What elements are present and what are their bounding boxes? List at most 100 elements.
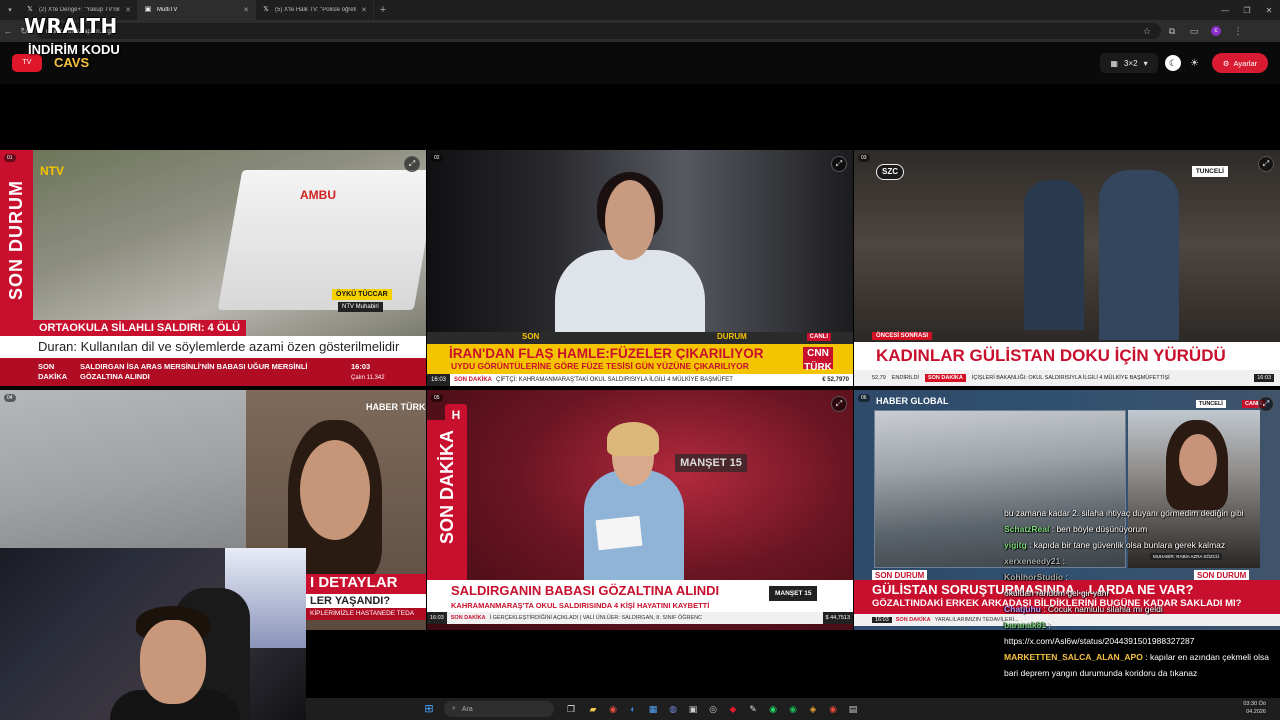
settings-button[interactable]: ⚙ Ayarlar: [1212, 53, 1268, 73]
subline: Duran: Kullanılan dil ve söylemlerde aza…: [0, 336, 426, 358]
chrome-icon[interactable]: ◉: [826, 702, 840, 716]
ambulance-text: AMBU: [300, 188, 336, 202]
file-explorer-icon[interactable]: ▰: [586, 702, 600, 716]
browser-tab-active[interactable]: ▣ MultiTV ✕: [138, 0, 256, 20]
chat-text: kapıda bir tane güvenlik olsa bunlara ge…: [1033, 540, 1226, 550]
windows-start-icon[interactable]: ⊞: [422, 702, 436, 716]
chat-username[interactable]: yigitg: [1004, 540, 1027, 550]
restore-icon[interactable]: ❐: [1236, 6, 1258, 15]
menu-dots-icon[interactable]: ⋮: [1227, 26, 1249, 37]
taskbar-clock[interactable]: 03:30 Öö 04.2026: [1243, 700, 1266, 716]
window-controls: — ❐ ✕: [1214, 0, 1280, 20]
chat-separator: :: [1063, 572, 1068, 582]
chat-message: SchatzReal : ben böyle düşünüyorum: [1004, 521, 1280, 537]
chat-message: Chatjuhu : Cocuk namlulu silahla mı geld…: [1004, 601, 1280, 617]
chat-separator: :: [1142, 652, 1150, 662]
tile-number: 06: [858, 394, 870, 402]
expand-icon[interactable]: ⤢: [1258, 156, 1274, 172]
discord-icon[interactable]: ◍: [666, 702, 680, 716]
video-tile-5[interactable]: 05 ⤢ H SON DAKİKA MANŞET 15 SALDIRGANIN …: [427, 390, 853, 630]
headline-bar: ORTAOKULA SİLAHLI SALDIRI: 4 ÖLÜ: [33, 318, 426, 336]
sidepanel-icon[interactable]: ▭: [1183, 26, 1205, 37]
taskbar-search[interactable]: ⌕ Ara: [444, 701, 554, 717]
chrome-icon[interactable]: ◉: [606, 702, 620, 716]
paper-sheet: [595, 515, 643, 551]
ticker-bar: 16:03 SON DAKİKA İ GERÇEKLEŞTİRDİĞİNİ AÇ…: [427, 612, 853, 624]
app-icon[interactable]: ◆: [726, 702, 740, 716]
anchor-hair: [607, 422, 659, 456]
layout-selector[interactable]: ▦ 3×2 ▾: [1100, 53, 1158, 73]
currency-value: € 52,7970: [822, 377, 849, 383]
moon-icon[interactable]: ☾: [1165, 55, 1181, 71]
chat-username[interactable]: Chatjuhu: [1004, 604, 1041, 614]
new-tab-button[interactable]: +: [374, 4, 392, 16]
chat-message: KohlhorStudio :: [1004, 569, 1280, 585]
edge-icon[interactable]: ◐: [626, 702, 640, 716]
ticker-text: İ GERÇEKLEŞTİRDİĞİNİ AÇIKLADI | VALİ ÜNL…: [489, 615, 703, 621]
chevron-down-icon: ▾: [8, 7, 12, 14]
url-field[interactable]: multitv.tahtakaplan.org ☆: [36, 23, 1161, 39]
chat-username[interactable]: baranak81: [1004, 620, 1046, 630]
subline: UYDU GÖRÜNTÜLERİNE GÖRE FÜZE TESİSİ GÜN …: [427, 360, 853, 374]
app-header: TV ▦ 3×2 ▾ ☾ ☀ ⚙ Ayarlar: [0, 42, 1280, 84]
bookmark-star-icon[interactable]: ☆: [1143, 26, 1151, 37]
close-tab-icon[interactable]: ✕: [361, 6, 367, 14]
app-icon[interactable]: ✎: [746, 702, 760, 716]
sun-icon[interactable]: ☀: [1190, 58, 1199, 69]
tab-search-button[interactable]: ▾: [0, 0, 20, 20]
ticker-bar: 52,79 ENDİRİLDİ SON DAKİKA İÇİŞLERİ BAKA…: [854, 370, 1280, 386]
app-icon[interactable]: ◈: [806, 702, 820, 716]
program-badge: MANŞET 15: [769, 586, 818, 601]
chat-separator: :: [1046, 620, 1051, 630]
reporter-name: ÖYKÜ TÜCCAR: [332, 289, 392, 300]
back-icon[interactable]: ←: [0, 26, 16, 36]
app-icon[interactable]: ▣: [686, 702, 700, 716]
x-logo-icon: 𝕏: [263, 6, 269, 13]
ticker-time: 16:03: [427, 374, 451, 386]
expand-icon[interactable]: ⤢: [1258, 396, 1274, 412]
ticker-value: 52,79: [872, 375, 886, 381]
video-tile-2[interactable]: 02 ⤢ SON DURUM İRAN'DAN FLAŞ HAMLE:FÜZEL…: [427, 150, 853, 386]
expand-icon[interactable]: ⤢: [831, 156, 847, 172]
store-icon[interactable]: ▦: [646, 702, 660, 716]
browser-tab[interactable]: 𝕏 (5) X'te Halk TV: "Polisle öğretm ✕: [256, 0, 374, 20]
ticker-label: SON DAKİKA: [38, 362, 68, 381]
task-view-icon[interactable]: ❐: [564, 702, 578, 716]
expand-icon[interactable]: ⤢: [404, 156, 420, 172]
channel-logo: HABER TÜRK: [366, 402, 426, 412]
video-tile-1[interactable]: 01 ⤢ SON DURUM NTV AMBU ÖYKÜ TÜCCAR NTV …: [0, 150, 426, 386]
channel-logo: CNN TÜRK: [803, 347, 833, 373]
chat-username[interactable]: xerxeneedy21: [1004, 556, 1060, 566]
close-tab-icon[interactable]: ✕: [125, 6, 131, 14]
headline: KADINLAR GÜLİSTAN DOKU İÇİN YÜRÜDÜ: [854, 342, 1280, 370]
close-tab-icon[interactable]: ✕: [243, 6, 249, 14]
chat-message: yigitg : kapıda bir tane güvenlik olsa b…: [1004, 537, 1280, 553]
profile-avatar[interactable]: c: [1211, 26, 1221, 36]
steam-icon[interactable]: ◎: [706, 702, 720, 716]
chat-username[interactable]: SchatzReal: [1004, 524, 1049, 534]
chat-separator: :: [1060, 556, 1065, 566]
channel-logo: HABER GLOBAL: [876, 396, 949, 406]
app-icon[interactable]: ▤: [846, 702, 860, 716]
whatsapp-icon[interactable]: ◉: [766, 702, 780, 716]
expand-icon[interactable]: ⤢: [831, 396, 847, 412]
video-tile-3[interactable]: 03 ⤢ SZC TUNCELİ ÖNCESİ SONRASI KADINLAR…: [854, 150, 1280, 386]
subline: LER YAŞANDI?: [306, 594, 426, 608]
chat-text: bu zamana kadar 2. silaha ihtiyaç duyanı…: [1004, 508, 1244, 518]
reporter-role: NTV Muhabiri: [338, 302, 383, 312]
chat-username[interactable]: KohlhorStudio: [1004, 572, 1063, 582]
pre-label: ÖNCESİ SONRASI: [872, 332, 933, 340]
ticker-bar: SON DAKİKA SALDIRGAN İSA ARAS MERSİNLİ'N…: [0, 358, 426, 386]
chat-message: baranak81 :: [1004, 617, 1280, 633]
chat-separator: :: [1040, 604, 1048, 614]
close-window-icon[interactable]: ✕: [1258, 6, 1280, 15]
extensions-icon[interactable]: ⧉: [1161, 26, 1183, 37]
ticker-time: 16:03: [872, 617, 892, 623]
minimize-icon[interactable]: —: [1214, 6, 1236, 15]
ticker-text: KİPLERİMİZLE HASTANEDE TEDA: [306, 608, 426, 620]
ticker-bar: 16:03 SON DAKİKA ÇİFTÇİ: KAHRAMANMARAŞ'T…: [427, 374, 853, 386]
tile-number: 02: [431, 154, 443, 162]
spotify-icon[interactable]: ◉: [786, 702, 800, 716]
chat-username[interactable]: MARKETTEN_SALCA_ALAN_APO: [1004, 652, 1143, 662]
theme-toggle[interactable]: ☾ ☀: [1165, 53, 1207, 73]
